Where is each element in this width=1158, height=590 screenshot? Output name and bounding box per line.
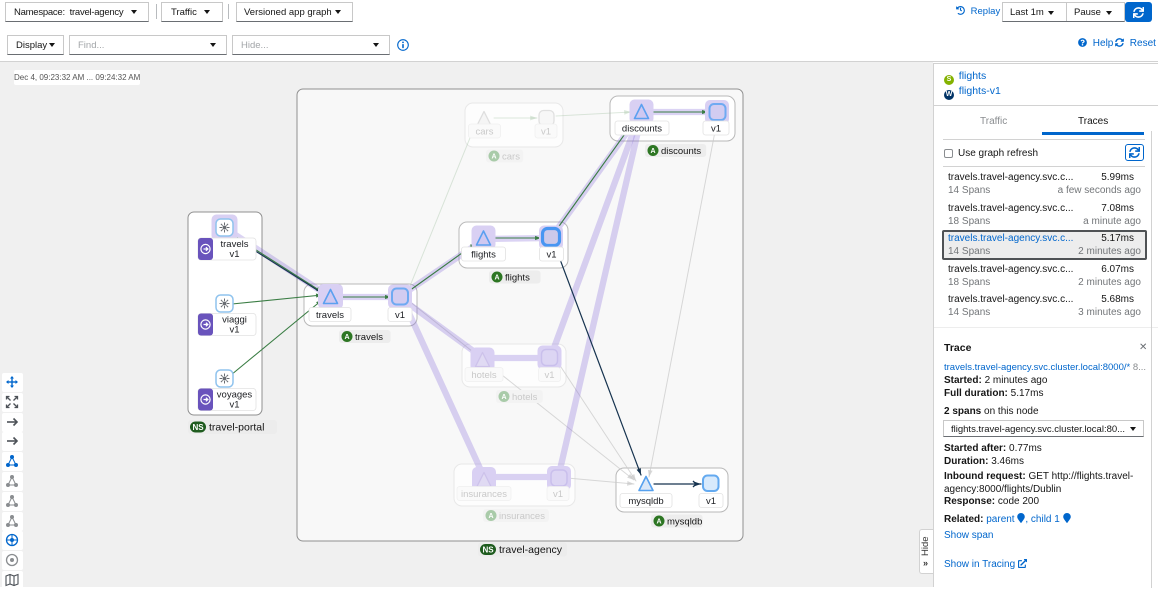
svg-text:hotels: hotels	[512, 392, 538, 403]
svg-text:travels: travels	[355, 332, 383, 343]
svg-text:v1: v1	[546, 249, 556, 260]
svg-text:NS: NS	[192, 423, 204, 432]
svg-text:discounts: discounts	[622, 123, 662, 134]
svg-text:insurances: insurances	[499, 511, 545, 522]
svg-text:flights: flights	[505, 272, 530, 283]
svg-text:v1: v1	[553, 489, 563, 500]
svg-text:A: A	[488, 513, 493, 520]
svg-text:hotels: hotels	[471, 370, 497, 381]
svg-text:A: A	[501, 394, 506, 401]
svg-text:v1: v1	[229, 249, 239, 260]
svg-text:A: A	[656, 519, 661, 526]
svg-text:v1: v1	[229, 324, 239, 335]
svg-text:v1: v1	[706, 496, 716, 507]
svg-text:v1: v1	[541, 126, 551, 137]
svg-text:flights: flights	[471, 249, 496, 260]
svg-text:mysqldb: mysqldb	[628, 496, 663, 507]
svg-text:travels: travels	[316, 310, 344, 321]
svg-text:v1: v1	[395, 310, 405, 321]
svg-text:NS: NS	[482, 545, 494, 554]
svg-text:A: A	[494, 275, 499, 282]
svg-text:v1: v1	[711, 123, 721, 134]
svg-text:travel-agency: travel-agency	[499, 544, 563, 556]
svg-text:travel-portal: travel-portal	[209, 422, 264, 434]
svg-text:mysqldb: mysqldb	[667, 516, 702, 527]
svg-text:A: A	[344, 334, 349, 341]
svg-text:insurances: insurances	[461, 489, 507, 500]
svg-text:A: A	[491, 154, 496, 161]
svg-text:discounts: discounts	[661, 146, 701, 157]
svg-text:v1: v1	[229, 399, 239, 410]
svg-text:cars: cars	[476, 126, 494, 137]
svg-text:cars: cars	[502, 151, 520, 162]
svg-text:v1: v1	[544, 370, 554, 381]
svg-text:A: A	[650, 148, 655, 155]
